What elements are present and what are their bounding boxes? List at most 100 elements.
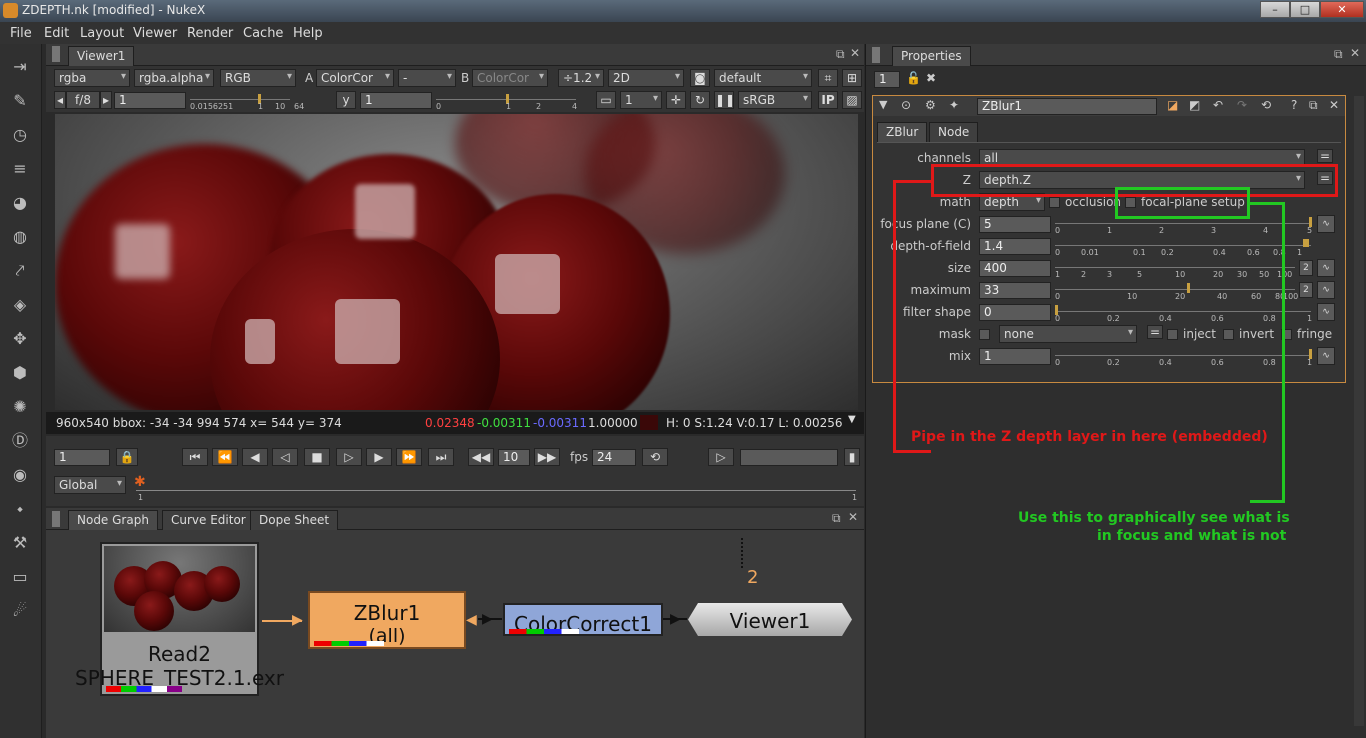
lut-dropdown[interactable]: RGB [220, 69, 296, 87]
float-props-icon[interactable]: ⧉ [1309, 98, 1318, 113]
close-panel-icon[interactable]: ✕ [850, 46, 860, 60]
tile-color-icon[interactable]: ◪ [1167, 98, 1178, 112]
tab-node-graph[interactable]: Node Graph [68, 510, 158, 530]
channels-link-button[interactable]: = [1317, 149, 1333, 163]
alpha-dropdown[interactable]: rgba.alpha [134, 69, 214, 87]
composite-dropdown[interactable]: - [398, 69, 456, 87]
monitor-icon[interactable]: ▭ [596, 91, 616, 109]
menu-help[interactable]: Help [293, 26, 323, 41]
read2-node[interactable]: Read2 SPHERE_TEST2.1.exr [75, 542, 284, 696]
ocula-icon[interactable]: ☄ [8, 600, 32, 622]
menu-file[interactable]: File [10, 26, 32, 41]
colorcorrect1-node[interactable]: ColorCorrect1 [503, 603, 663, 636]
fps-field[interactable]: 24 [592, 449, 636, 466]
timeline-end-icon[interactable]: ▮ [844, 448, 860, 466]
deep-icon[interactable]: Ⓓ [8, 430, 32, 452]
panel-grip-icon[interactable] [872, 47, 880, 63]
panel-grip-icon[interactable] [52, 46, 60, 62]
colorspace-dropdown[interactable]: sRGB [738, 91, 812, 109]
gain-field[interactable]: 1 [114, 92, 186, 109]
stop-icon[interactable]: ■ [304, 448, 330, 466]
transform-icon[interactable]: ✥ [8, 328, 32, 350]
menu-cache[interactable]: Cache [243, 26, 283, 41]
fstop-value[interactable]: f/8 [66, 91, 100, 109]
revert-icon[interactable]: ⟲ [1261, 98, 1271, 112]
tab-zblur[interactable]: ZBlur [877, 122, 928, 142]
undo-icon[interactable]: ↶ [1213, 98, 1223, 112]
close-panel-icon[interactable]: ✕ [848, 510, 858, 524]
nodegraph-canvas[interactable]: Read2 SPHERE_TEST2.1.exr ▶ ZBlur1 (all) … [46, 530, 864, 738]
menu-render[interactable]: Render [187, 26, 233, 41]
tab-properties[interactable]: Properties [892, 46, 971, 66]
gain-slider[interactable] [190, 99, 290, 100]
dof-slider[interactable] [1055, 245, 1311, 246]
maximize-button[interactable]: □ [1290, 1, 1320, 18]
crosshair-icon[interactable]: ✛ [666, 91, 686, 109]
channel-icon[interactable]: ≡ [8, 158, 32, 180]
help-icon[interactable]: ? [1291, 98, 1297, 112]
center-node-icon[interactable]: ⊙ [901, 98, 911, 112]
maximum-channels-button[interactable]: 2 [1299, 282, 1313, 298]
frame-increment-field[interactable]: 10 [498, 449, 530, 466]
skip-back-icon[interactable]: ◀◀ [468, 448, 494, 466]
last-frame-icon[interactable]: ⏭ [428, 448, 454, 466]
max-panels-field[interactable]: 1 [874, 71, 900, 88]
filter-shape-slider[interactable] [1055, 311, 1311, 312]
settings-icon[interactable]: ✦ [949, 98, 959, 112]
maximum-handle[interactable] [1187, 283, 1190, 293]
prev-frame-icon[interactable]: ◀ [242, 448, 268, 466]
draw-icon[interactable]: ✎ [8, 90, 32, 112]
menu-layout[interactable]: Layout [80, 26, 124, 41]
filter-icon[interactable]: ◍ [8, 226, 32, 248]
menu-edit[interactable]: Edit [44, 26, 69, 41]
float-panel-icon[interactable]: ⧉ [836, 47, 845, 62]
properties-scrollbar[interactable] [1354, 96, 1364, 726]
play-forward-icon[interactable]: ▷ [336, 448, 362, 466]
status-menu-icon[interactable]: ▼ [848, 414, 856, 425]
tab-node[interactable]: Node [929, 122, 979, 142]
filter-curve-icon[interactable]: ∿ [1317, 303, 1335, 321]
snapshot-icon[interactable]: ⊞ [842, 69, 862, 87]
flipbook-icon[interactable]: ▷ [708, 448, 734, 466]
loop-icon[interactable]: ⟲ [642, 448, 668, 466]
node-color-icon[interactable]: ⚙ [925, 98, 936, 112]
input-output-icon[interactable]: ⇥ [8, 56, 32, 78]
input-process-button[interactable]: IP [818, 91, 838, 109]
3d-icon[interactable]: ⬢ [8, 362, 32, 384]
channels-dropdown[interactable]: rgba [54, 69, 130, 87]
look-dropdown[interactable]: default [714, 69, 812, 87]
inject-checkbox[interactable] [1167, 329, 1178, 340]
maximum-curve-icon[interactable]: ∿ [1317, 281, 1335, 299]
mix-field[interactable]: 1 [979, 348, 1051, 365]
menu-viewer[interactable]: Viewer [133, 26, 177, 41]
clear-panels-icon[interactable]: ✖ [926, 71, 936, 85]
dof-handle[interactable] [1303, 239, 1309, 247]
particles-icon[interactable]: ✺ [8, 396, 32, 418]
furnace-icon[interactable]: ▭ [8, 566, 32, 588]
filter-shape-field[interactable]: 0 [979, 304, 1051, 321]
pause-icon[interactable]: ❚❚ [714, 91, 735, 109]
mask-checkbox[interactable] [979, 329, 990, 340]
time-icon[interactable]: ◷ [8, 124, 32, 146]
viewer1-node[interactable]: Viewer1 [688, 603, 852, 636]
size-slider[interactable] [1055, 267, 1295, 268]
gamma-label[interactable]: y [336, 91, 356, 109]
mix-slider[interactable] [1055, 355, 1311, 356]
first-frame-icon[interactable]: ⏮ [182, 448, 208, 466]
zoom-dropdown[interactable]: ÷1.2 [558, 69, 604, 87]
size-field[interactable]: 400 [979, 260, 1051, 277]
focus-curve-icon[interactable]: ∿ [1317, 215, 1335, 233]
fstop-prev-icon[interactable]: ◂ [54, 91, 66, 109]
tab-curve-editor[interactable]: Curve Editor [162, 510, 255, 530]
prev-keyframe-icon[interactable]: ⏪ [212, 448, 238, 466]
close-panel-icon[interactable]: ✕ [1350, 46, 1360, 60]
node-name-field[interactable]: ZBlur1 [977, 98, 1157, 115]
collapse-icon[interactable]: ▼ [879, 98, 887, 111]
mix-curve-icon[interactable]: ∿ [1317, 347, 1335, 365]
lock-icon[interactable]: 🔒 [116, 448, 138, 466]
playhead-icon[interactable]: ✱ [134, 474, 146, 490]
wipe-icon[interactable]: ▨ [842, 91, 862, 109]
tab-viewer1[interactable]: Viewer1 [68, 46, 135, 66]
roi-icon[interactable]: ⌗ [818, 69, 838, 87]
color-icon[interactable]: ◕ [8, 192, 32, 214]
